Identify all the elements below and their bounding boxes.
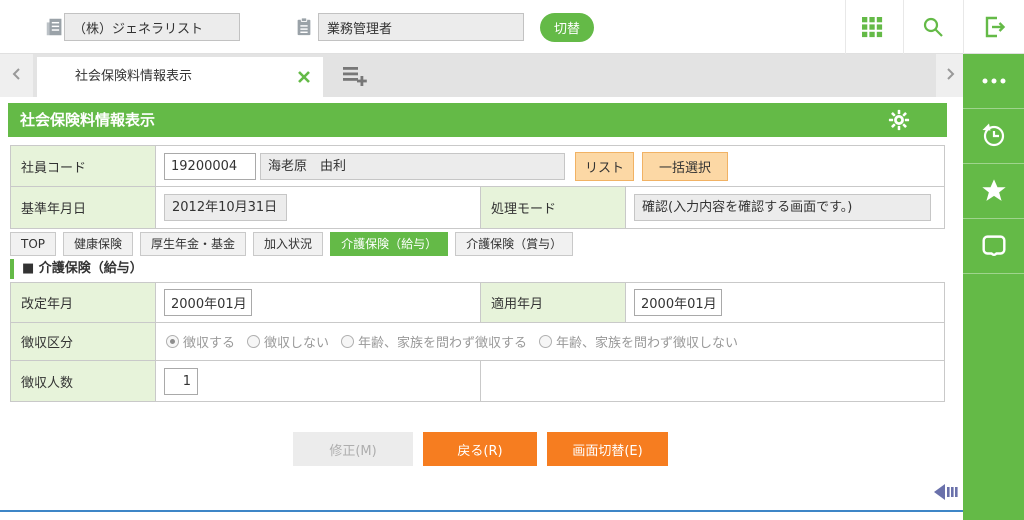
tab-kenko-hoken[interactable]: 健康保険 xyxy=(63,232,134,256)
building-icon xyxy=(44,16,66,42)
collection-type-label: 徴収区分 xyxy=(11,323,156,360)
collapse-arrow-icon[interactable] xyxy=(932,482,960,502)
search-icon[interactable] xyxy=(919,14,947,42)
table-row: 基準年月日 2012年10月31日 処理モード 確認(入力内容を確認する画面です… xyxy=(11,187,944,228)
radio-icon xyxy=(247,335,261,348)
footer-buttons: 修正(M) 戻る(R) 画面切替(E) xyxy=(293,432,668,466)
apply-month-input[interactable] xyxy=(634,289,722,316)
radio-label: 年齢、家族を問わず徴収しない xyxy=(556,336,739,351)
gear-icon[interactable] xyxy=(887,109,911,133)
employee-code-input[interactable] xyxy=(164,152,256,180)
document-tab-bar: 社会保険料情報表示 xyxy=(0,54,963,97)
radio-option[interactable]: 徴収しない xyxy=(247,332,329,351)
process-mode-box: 確認(入力内容を確認する画面です。) xyxy=(634,194,931,221)
tab-title: 社会保険料情報表示 xyxy=(75,69,193,84)
role-field[interactable] xyxy=(318,13,524,41)
modify-button[interactable]: 修正(M) xyxy=(293,432,413,466)
tab-kosei-nenkin[interactable]: 厚生年金・基金 xyxy=(140,232,247,256)
radio-icon xyxy=(539,335,553,348)
close-icon[interactable] xyxy=(297,70,311,84)
main-content: 社会保険料情報表示 社員コード 海老原 由利 リスト 一括選択 基準年月日 20… xyxy=(0,97,963,520)
app-window: 切替 社会保険料情報表示 xyxy=(0,0,1024,520)
section-title: ■ 介護保険（給与） xyxy=(10,259,143,279)
empty-cell xyxy=(481,361,944,401)
add-tab-icon[interactable] xyxy=(340,64,370,88)
category-tabs: TOP 健康保険 厚生年金・基金 加入状況 介護保険（給与） 介護保険（賞与） xyxy=(10,232,574,256)
radio-icon xyxy=(341,335,355,348)
tab-kaigo-hoken-shoyo[interactable]: 介護保険（賞与） xyxy=(455,232,574,256)
kaigo-hoken-table: 改定年月 適用年月 徴収区分 徴収する 徴収しない 年齢、家族を問わず徴収する … xyxy=(10,282,945,402)
table-row: 社員コード 海老原 由利 リスト 一括選択 xyxy=(11,146,944,187)
history-icon[interactable] xyxy=(963,109,1024,164)
radio-label: 徴収しない xyxy=(264,336,330,351)
radio-icon xyxy=(166,335,179,348)
chevron-left-icon[interactable] xyxy=(0,54,33,97)
divider xyxy=(845,0,846,54)
clipboard-icon xyxy=(294,16,314,42)
process-mode-label: 処理モード xyxy=(481,187,626,228)
tab-kaigo-hoken-kyuyo[interactable]: 介護保険（給与） xyxy=(330,232,449,256)
page-title: 社会保険料情報表示 xyxy=(20,111,156,129)
apply-month-cell xyxy=(626,283,944,322)
divider xyxy=(903,0,904,54)
radio-option[interactable]: 年齢、家族を問わず徴収する xyxy=(341,332,527,351)
employee-info-table: 社員コード 海老原 由利 リスト 一括選択 基準年月日 2012年10月31日 … xyxy=(10,145,945,229)
tab-top[interactable]: TOP xyxy=(10,232,57,256)
bulk-select-button[interactable]: 一括選択 xyxy=(642,151,729,181)
collection-count-input[interactable] xyxy=(164,367,198,395)
chevron-right-icon[interactable] xyxy=(936,54,963,97)
base-date-label: 基準年月日 xyxy=(11,187,156,228)
employee-name-box: 海老原 由利 xyxy=(260,152,565,180)
revision-month-cell xyxy=(156,283,481,322)
list-button[interactable]: リスト xyxy=(575,151,635,181)
page-header: 社会保険料情報表示 xyxy=(8,103,947,137)
employee-code-label: 社員コード xyxy=(11,146,156,186)
logout-icon[interactable] xyxy=(980,14,1008,42)
tab-kanyu-jokyo[interactable]: 加入状況 xyxy=(253,232,324,256)
divider xyxy=(963,0,964,54)
radio-option[interactable]: 年齢、家族を問わず徴収しない xyxy=(539,332,738,351)
memo-icon[interactable] xyxy=(963,219,1024,274)
collection-type-radios: 徴収する 徴収しない 年齢、家族を問わず徴収する 年齢、家族を問わず徴収しない xyxy=(156,323,944,360)
revision-month-input[interactable] xyxy=(164,289,252,316)
base-date-cell: 2012年10月31日 xyxy=(156,187,481,228)
employee-code-cell: 海老原 由利 リスト 一括選択 xyxy=(156,146,944,186)
star-icon[interactable] xyxy=(963,164,1024,219)
back-button[interactable]: 戻る(R) xyxy=(423,432,537,466)
more-icon[interactable] xyxy=(963,54,1024,109)
radio-label: 徴収する xyxy=(183,336,236,351)
screen-switch-button[interactable]: 画面切替(E) xyxy=(547,432,668,466)
top-bar: 切替 xyxy=(0,0,1024,54)
apply-month-label: 適用年月 xyxy=(481,283,626,322)
apps-grid-icon[interactable] xyxy=(858,14,886,42)
table-row: 徴収人数 xyxy=(11,361,944,401)
table-row: 改定年月 適用年月 xyxy=(11,283,944,323)
tab-shakai-hokenryo[interactable]: 社会保険料情報表示 xyxy=(37,57,323,97)
bottom-divider xyxy=(0,510,963,512)
revision-month-label: 改定年月 xyxy=(11,283,156,322)
collection-count-cell xyxy=(156,361,481,401)
radio-label: 年齢、家族を問わず徴収する xyxy=(358,336,528,351)
radio-option[interactable]: 徴収する xyxy=(166,332,235,351)
base-date-box: 2012年10月31日 xyxy=(164,194,287,221)
collection-count-label: 徴収人数 xyxy=(11,361,156,401)
switch-button[interactable]: 切替 xyxy=(540,13,595,42)
table-row: 徴収区分 徴収する 徴収しない 年齢、家族を問わず徴収する 年齢、家族を問わず徴… xyxy=(11,323,944,361)
right-sidebar xyxy=(963,54,1024,520)
process-mode-cell: 確認(入力内容を確認する画面です。) xyxy=(626,187,944,228)
company-field[interactable] xyxy=(64,13,240,41)
